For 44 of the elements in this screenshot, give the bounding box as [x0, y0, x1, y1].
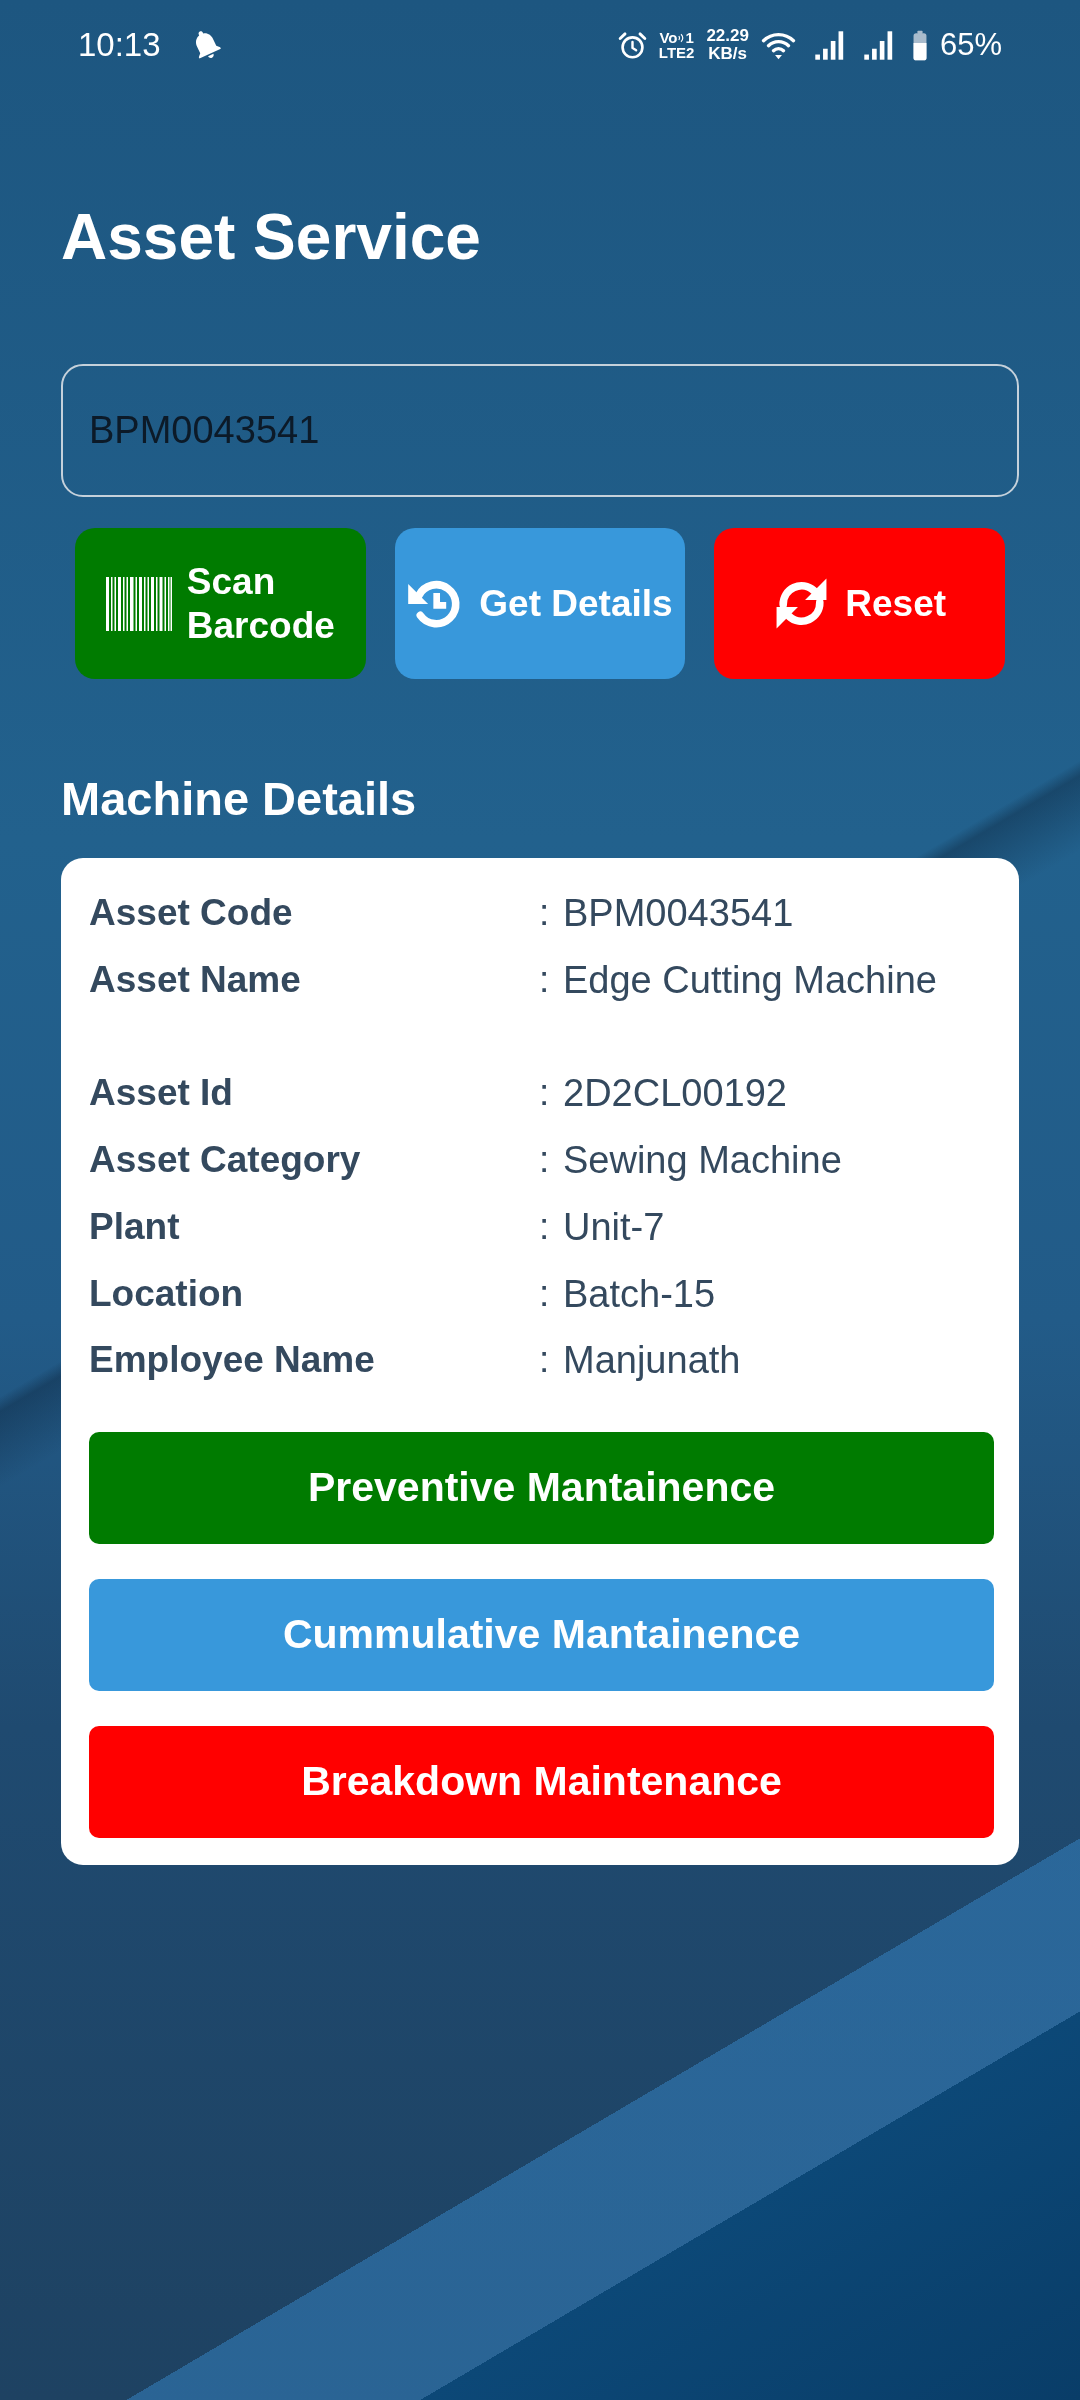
field-value: Batch-15 [563, 1271, 716, 1317]
section-heading: Machine Details [61, 771, 417, 827]
maintenance-button[interactable]: Breakdown Maintenance [89, 1725, 994, 1838]
network-type-label: LTE2 [658, 45, 695, 60]
colon-separator: : [539, 1204, 550, 1249]
field-label: Asset Category [89, 1138, 361, 1183]
wifi-icon [760, 30, 796, 60]
scan-barcode-button[interactable]: Scan Barcode [75, 528, 366, 679]
colon-separator: : [539, 957, 550, 1002]
maintenance-button[interactable]: Cummulative Mantainence [89, 1578, 994, 1691]
get-details-button[interactable]: Get Details [394, 528, 686, 679]
field-value: 2D2CL00192 [563, 1071, 787, 1117]
reset-button[interactable]: Reset [714, 528, 1005, 679]
field-label: Asset Code [89, 891, 293, 935]
signal-icon [862, 29, 894, 61]
maintenance-button[interactable]: Preventive Mantainence [89, 1431, 994, 1544]
sim-slot-label: 1 [685, 30, 694, 45]
signal-waves-icon [678, 32, 685, 43]
battery-percent: 65% [939, 26, 1002, 64]
page-title: Asset Service [61, 201, 481, 273]
field-label: Employee Name [89, 1338, 375, 1383]
colon-separator: : [539, 1271, 550, 1316]
battery-icon [911, 29, 928, 61]
field-value: BPM0043541 [563, 891, 794, 936]
signal-icon [813, 29, 845, 61]
field-value: Manjunath [563, 1338, 741, 1384]
colon-separator: : [539, 1338, 550, 1383]
field-label: Asset Id [89, 1071, 233, 1116]
field-label: Plant [89, 1204, 180, 1249]
field-value: Unit-7 [563, 1204, 665, 1250]
colon-separator: : [539, 891, 550, 935]
status-time: 10:13 [78, 25, 161, 65]
field-label: Asset Name [89, 957, 301, 1002]
colon-separator: : [539, 1071, 550, 1116]
field-label: Location [89, 1271, 244, 1316]
field-value: Edge Cutting Machine [563, 957, 937, 1003]
barcode-icon [105, 576, 172, 631]
field-value: Sewing Machine [563, 1138, 842, 1184]
colon-separator: : [539, 1138, 550, 1183]
network-speed-unit: KB/s [708, 45, 748, 63]
asset-code-input[interactable]: BPM0043541 [61, 364, 1019, 497]
volte-label: Vo [659, 30, 678, 45]
alarm-clock-icon [617, 30, 647, 60]
network-speed-value: 22.29 [706, 27, 749, 45]
